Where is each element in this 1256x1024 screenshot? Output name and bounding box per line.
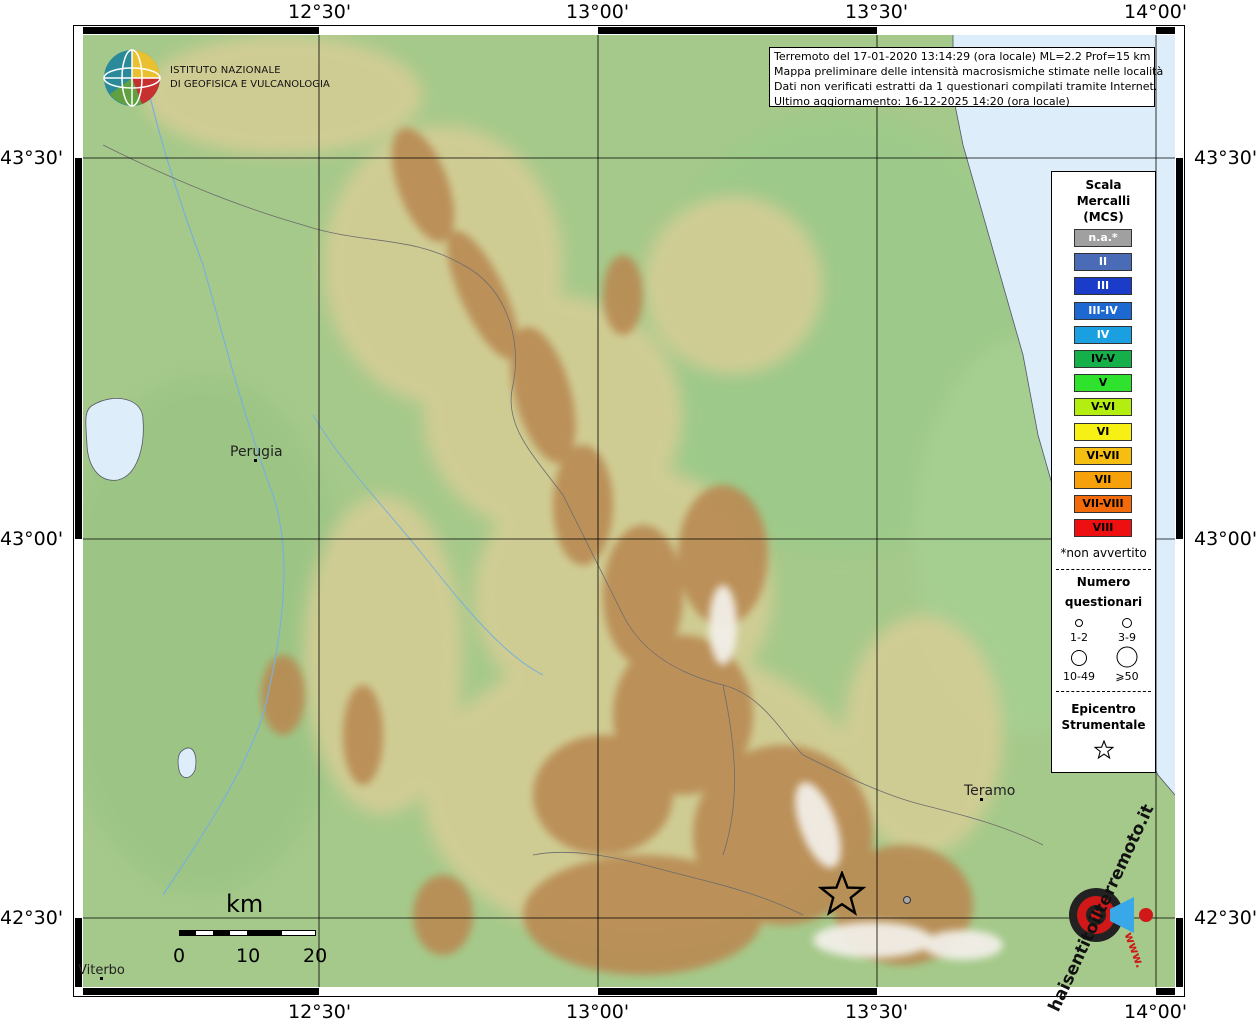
- legend-title-1: Scala: [1085, 178, 1122, 192]
- top-tick-1230: 12°30': [288, 1, 352, 23]
- epicenter-star-marker[interactable]: [818, 871, 866, 919]
- size-label-4: ⩾50: [1115, 670, 1139, 683]
- map-frame: [73, 25, 1185, 997]
- scale-label-0: 0: [173, 945, 186, 967]
- legend-item-vii: VII: [1074, 471, 1132, 489]
- questionnaire-point[interactable]: [901, 894, 913, 906]
- terrain-layer: [83, 35, 1175, 987]
- legend-title-3: (MCS): [1083, 210, 1124, 224]
- top-tick-1300: 13°00': [566, 1, 630, 23]
- right-tick-4330: 43°30': [1194, 147, 1256, 169]
- city-perugia: Perugia: [230, 444, 283, 460]
- legend-item-vvi: V-VI: [1074, 398, 1132, 417]
- legend-item-viii: VIII: [1074, 519, 1132, 538]
- city-viterbo: Viterbo: [78, 963, 125, 978]
- left-tick-4230: 42°30': [0, 907, 64, 929]
- size-label-1: 1-2: [1070, 631, 1088, 644]
- size-label-2: 3-9: [1118, 631, 1136, 644]
- top-tick-1330: 13°30': [845, 1, 909, 23]
- legend-item-viiviii: VII-VIII: [1074, 495, 1132, 514]
- epicenter-star-icon: [1094, 740, 1114, 760]
- haisentito-logo: haisentitoilterremoto.it www.: [1036, 801, 1164, 1014]
- epicenter-title-1: Epicentro: [1071, 702, 1136, 716]
- info-line3: Dati non verificati estratti da 1 questi…: [774, 80, 1158, 93]
- city-perugia-dot: [254, 459, 257, 462]
- questionnaires-title-1: Numero: [1076, 575, 1131, 589]
- city-viterbo-dot: [100, 977, 103, 980]
- questionnaires-title-2: questionari: [1064, 595, 1143, 609]
- epicenter-title-2: Strumentale: [1061, 718, 1146, 732]
- info-line1: Terremoto del 17-01-2020 13:14:29 (ora l…: [774, 50, 1151, 63]
- scale-unit: km: [226, 890, 264, 918]
- event-info-box: Terremoto del 17-01-2020 13:14:29 (ora l…: [769, 47, 1164, 108]
- mcs-legend: Scala Mercalli (MCS) n.a.* II III III-IV IV I…: [1051, 171, 1156, 773]
- left-tick-4330: 43°30': [0, 147, 64, 169]
- left-tick-4300: 43°00': [0, 528, 64, 550]
- legend-item-v: V: [1074, 374, 1132, 393]
- bottom-tick-1300: 13°00': [566, 1001, 630, 1023]
- legend-item-ii: II: [1074, 253, 1132, 272]
- legend-item-iii: III: [1074, 277, 1132, 296]
- right-tick-4230: 42°30': [1194, 907, 1256, 929]
- info-line2: Mappa preliminare delle intensità macros…: [774, 65, 1164, 78]
- legend-item-vivii: VI-VII: [1074, 446, 1132, 465]
- info-line4: Ultimo aggiornamento: 16-12-2025 14:20 (…: [774, 95, 1070, 108]
- scale-bar: km 0 10 20: [170, 890, 340, 970]
- right-tick-4300: 43°00': [1194, 528, 1256, 550]
- logo-line2: DI GEOFISICA E VULCANOLOGIA: [170, 79, 330, 90]
- size-label-3: 10-49: [1063, 670, 1095, 683]
- city-teramo: Teramo: [964, 783, 1016, 799]
- city-teramo-dot: [980, 798, 983, 801]
- legend-item-na: n.a.*: [1074, 229, 1132, 247]
- legend-item-iv: IV: [1074, 325, 1132, 344]
- scale-label-10: 10: [236, 945, 261, 967]
- ingv-logo: ISTITUTO NAZIONALE DI GEOFISICA E VULCAN…: [102, 48, 332, 108]
- legend-item-ivv: IV-V: [1074, 350, 1132, 368]
- ingv-globe-icon: [103, 49, 161, 107]
- bottom-tick-1230: 12°30': [288, 1001, 352, 1023]
- top-tick-1400: 14°00': [1124, 1, 1188, 23]
- bottom-tick-1330: 13°30': [845, 1001, 909, 1023]
- relief-map[interactable]: [83, 35, 1175, 987]
- scale-label-20: 20: [303, 945, 328, 967]
- logo-line1: ISTITUTO NAZIONALE: [170, 65, 281, 76]
- legend-item-vi: VI: [1074, 422, 1132, 441]
- legend-note: *non avvertito: [1060, 546, 1147, 560]
- legend-title-2: Mercalli: [1076, 194, 1131, 208]
- bottom-tick-1400: 14°00': [1124, 1001, 1188, 1023]
- legend-item-iiiiv: III-IV: [1074, 301, 1132, 320]
